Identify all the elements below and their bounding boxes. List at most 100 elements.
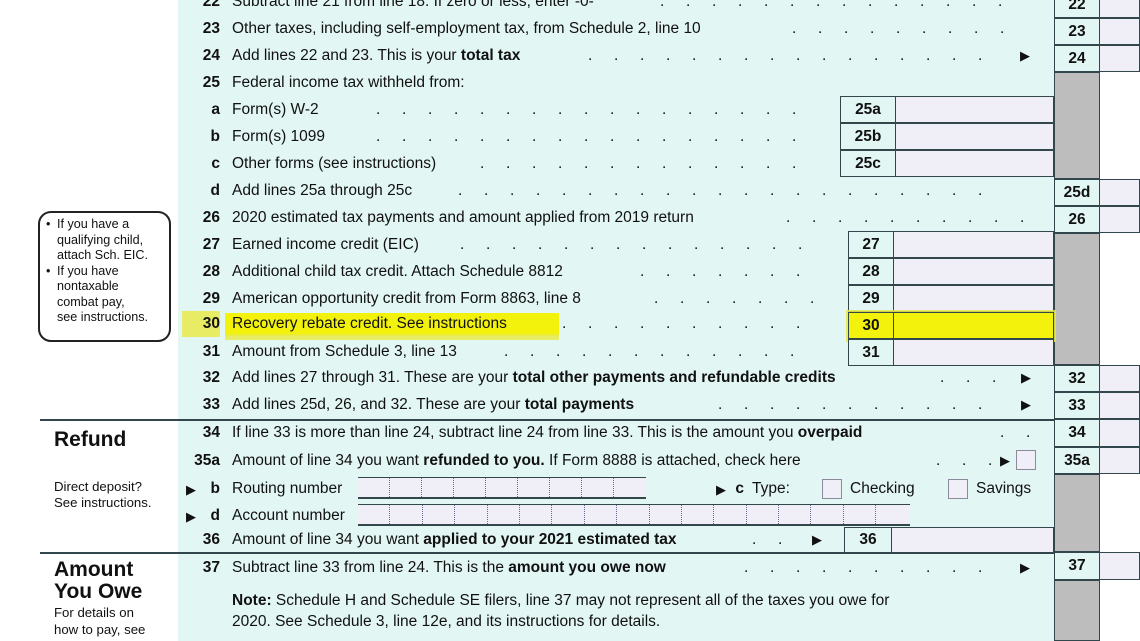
- line-24-box-label: 24: [1068, 49, 1086, 67]
- bullet-icon: •: [46, 217, 51, 231]
- line-27-number-box: 27: [848, 231, 894, 258]
- line-22-amount-field[interactable]: [1100, 0, 1140, 18]
- account-number-input[interactable]: [358, 504, 910, 526]
- line-25-number: 25: [202, 74, 220, 91]
- routing-digit-cell[interactable]: [422, 478, 454, 497]
- account-digit-cell[interactable]: [455, 505, 488, 524]
- line-25c-number-box: 25c: [840, 150, 896, 177]
- line-25a-number: a: [211, 101, 220, 118]
- line-26-number: 26: [202, 209, 220, 226]
- line-37-arrow-icon: ▶: [1020, 560, 1030, 575]
- line-29-leader-dots: .......: [654, 290, 815, 307]
- account-digit-cell[interactable]: [390, 505, 423, 524]
- line-30-amount-field[interactable]: [894, 312, 1054, 339]
- account-digit-cell[interactable]: [876, 505, 908, 524]
- amount-owe-title-line2: You Owe: [54, 580, 143, 603]
- line-35a-text: Amount of line 34 you want refunded to y…: [232, 452, 801, 470]
- line-25c-amount-field[interactable]: [896, 150, 1054, 177]
- refund-section-title: Refund: [54, 428, 127, 451]
- routing-digit-cell[interactable]: [614, 478, 646, 497]
- line-35a-number-box: 35a: [1054, 447, 1100, 474]
- line-27-amount-field[interactable]: [894, 231, 1054, 258]
- line-29-amount-field[interactable]: [894, 285, 1054, 312]
- line-35c-arrow-icon: ▶: [716, 482, 726, 497]
- account-digit-cell[interactable]: [714, 505, 747, 524]
- account-digit-cell[interactable]: [617, 505, 650, 524]
- amount-owe-sub-1: For details on: [54, 605, 134, 620]
- line-33-amount-field[interactable]: [1100, 392, 1140, 419]
- line-25a-number-box: 25a: [840, 96, 896, 123]
- account-digit-cell[interactable]: [585, 505, 618, 524]
- line-34-amount-field[interactable]: [1100, 419, 1140, 447]
- account-digit-cell[interactable]: [552, 505, 585, 524]
- line-25c-leader-dots: .............: [480, 155, 797, 172]
- account-digit-cell[interactable]: [747, 505, 780, 524]
- checking-label: Checking: [850, 480, 915, 497]
- line-32-leader-dots: ...: [940, 369, 997, 386]
- line-25c-box-label: 25c: [855, 154, 881, 172]
- routing-digit-cell[interactable]: [550, 478, 582, 497]
- bullet-icon: •: [46, 263, 51, 278]
- schedule-note-line1: Note: Schedule H and Schedule SE filers,…: [232, 590, 1052, 611]
- account-digit-cell[interactable]: [423, 505, 456, 524]
- line-37-text-bold: amount you owe now: [508, 559, 666, 576]
- line-35a-number: 35a: [194, 452, 220, 469]
- line-31-amount-field[interactable]: [894, 339, 1054, 366]
- line-25d-number-box: 25d: [1054, 179, 1100, 206]
- routing-number-input[interactable]: [358, 477, 646, 499]
- routing-digit-cell[interactable]: [390, 478, 422, 497]
- account-digit-cell[interactable]: [779, 505, 812, 524]
- gray-block-27-31: [1054, 233, 1100, 365]
- account-digit-cell[interactable]: [650, 505, 682, 524]
- account-digit-cell[interactable]: [520, 505, 553, 524]
- line-26-amount-field[interactable]: [1100, 206, 1140, 233]
- line-24-amount-field[interactable]: [1100, 45, 1140, 72]
- line-29-text: American opportunity credit from Form 88…: [232, 290, 581, 307]
- white-block-note: [1100, 580, 1140, 641]
- form-8888-attached-checkbox[interactable]: [1016, 450, 1036, 470]
- line-29-box-label: 29: [862, 289, 880, 307]
- line-32-amount-field[interactable]: [1100, 365, 1140, 392]
- line-37-amount-field[interactable]: [1100, 552, 1140, 580]
- account-digit-cell[interactable]: [358, 505, 391, 524]
- line-24-text-bold: total tax: [460, 47, 521, 64]
- account-digit-cell[interactable]: [811, 505, 844, 524]
- line-30-text: Recovery rebate credit. See instructions: [232, 315, 507, 332]
- checking-checkbox[interactable]: [822, 479, 842, 499]
- routing-digit-cell[interactable]: [582, 478, 614, 497]
- savings-checkbox[interactable]: [948, 479, 968, 499]
- refund-section-sub-1: Direct deposit?: [54, 479, 142, 494]
- eic-callout-line-7: see instructions.: [57, 310, 148, 324]
- line-36-number: 36: [202, 531, 220, 548]
- line-23-amount-field[interactable]: [1100, 18, 1140, 45]
- schedule-note-line2: 2020. See Schedule 3, line 12e, and its …: [232, 613, 661, 630]
- line-35d-text: Account number: [232, 507, 345, 524]
- line-28-amount-field[interactable]: [894, 258, 1054, 285]
- line-36-text: Amount of line 34 you want applied to yo…: [232, 531, 677, 549]
- account-digit-cell[interactable]: [844, 505, 877, 524]
- line-27-box-label: 27: [862, 235, 880, 253]
- line-25b-amount-field[interactable]: [896, 123, 1054, 150]
- line-34-text: If line 33 is more than line 24, subtrac…: [232, 424, 862, 442]
- routing-digit-cell[interactable]: [518, 478, 550, 497]
- account-digit-cell[interactable]: [488, 505, 520, 524]
- schedule-note-label: Note:: [232, 592, 272, 609]
- gray-block-25: [1054, 72, 1100, 179]
- line-30-box-label: 30: [862, 316, 880, 334]
- line-36-amount-field[interactable]: [892, 527, 1054, 553]
- refund-section-sub-2: See instructions.: [54, 495, 152, 510]
- line-31-leader-dots: ............: [504, 343, 795, 360]
- routing-digit-cell[interactable]: [454, 478, 486, 497]
- routing-digit-cell[interactable]: [486, 478, 518, 497]
- line-25a-amount-field[interactable]: [896, 96, 1054, 123]
- line-25d-box-label: 25d: [1063, 183, 1091, 201]
- line-34-text-bold: overpaid: [797, 424, 863, 441]
- account-digit-cell[interactable]: [682, 505, 715, 524]
- line-35a-amount-field[interactable]: [1100, 447, 1140, 474]
- line-35b-number: b: [210, 480, 220, 497]
- line-23-box-label: 23: [1068, 22, 1086, 40]
- amount-owe-section-divider: [40, 552, 1054, 555]
- line-30-text-highlight-soft: [225, 334, 559, 340]
- routing-digit-cell[interactable]: [358, 478, 390, 497]
- line-25d-amount-field[interactable]: [1100, 179, 1140, 206]
